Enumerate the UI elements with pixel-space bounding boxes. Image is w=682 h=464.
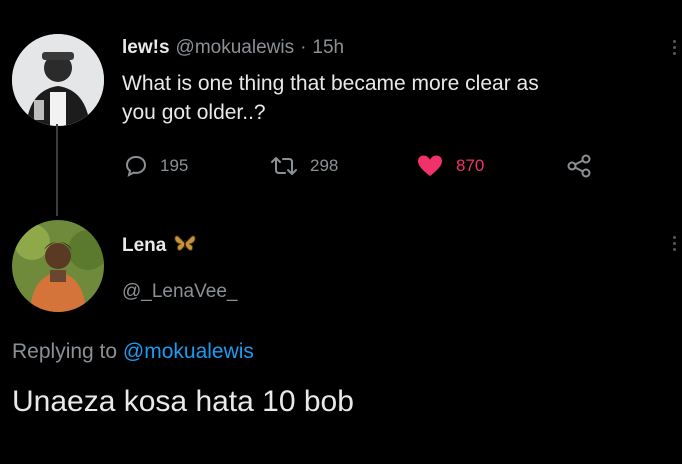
reply-count: 195 [160, 156, 189, 175]
retweet-button[interactable]: 298 [270, 154, 338, 178]
reply-button[interactable]: 195 [124, 154, 188, 178]
retweet-icon [271, 157, 297, 175]
user-avatar-icon [12, 220, 104, 312]
reply-author-avatar[interactable] [12, 220, 104, 312]
tweet-text-line: you got older..? [122, 101, 266, 124]
like-button[interactable]: 870 [416, 154, 484, 178]
tweet-timestamp[interactable]: 15h [312, 37, 344, 59]
tweet-text: What is one thing that became more clear… [122, 69, 662, 127]
tweet-author-avatar[interactable] [12, 34, 104, 126]
reply-more-icon[interactable] [673, 236, 676, 251]
tweet-author-handle[interactable]: @mokualewis [176, 37, 295, 59]
reply-author-name[interactable]: Lena [122, 235, 166, 257]
comment-icon [125, 155, 147, 177]
share-button[interactable] [566, 154, 592, 178]
tweet-screenshot: { "tweet": { "display_name": "lew!s", "h… [0, 0, 682, 464]
reply-author-handle[interactable]: @_LenaVee_ [122, 281, 237, 303]
user-avatar-icon [12, 34, 104, 126]
like-count: 870 [456, 156, 485, 175]
tweet-more-icon[interactable] [673, 40, 676, 55]
tweet-author-name[interactable]: lew!s [122, 37, 170, 59]
reply-header: Lena [122, 234, 197, 257]
tweet-header: lew!s @mokualewis · 15h [122, 37, 344, 59]
tweet-text-line: What is one thing that became more clear… [122, 72, 539, 95]
replying-to-label: Replying to [12, 340, 118, 363]
reply-text: Unaeza kosa hata 10 bob [12, 385, 354, 418]
heart-icon [418, 155, 442, 176]
header-separator: · [300, 37, 307, 58]
replying-to-line: Replying to @mokualewis [12, 340, 254, 364]
share-icon [567, 154, 591, 178]
retweet-count: 298 [310, 156, 339, 175]
replying-to-mention[interactable]: @mokualewis [123, 340, 254, 363]
thread-connector-line [56, 124, 58, 216]
butterfly-icon [174, 234, 197, 257]
